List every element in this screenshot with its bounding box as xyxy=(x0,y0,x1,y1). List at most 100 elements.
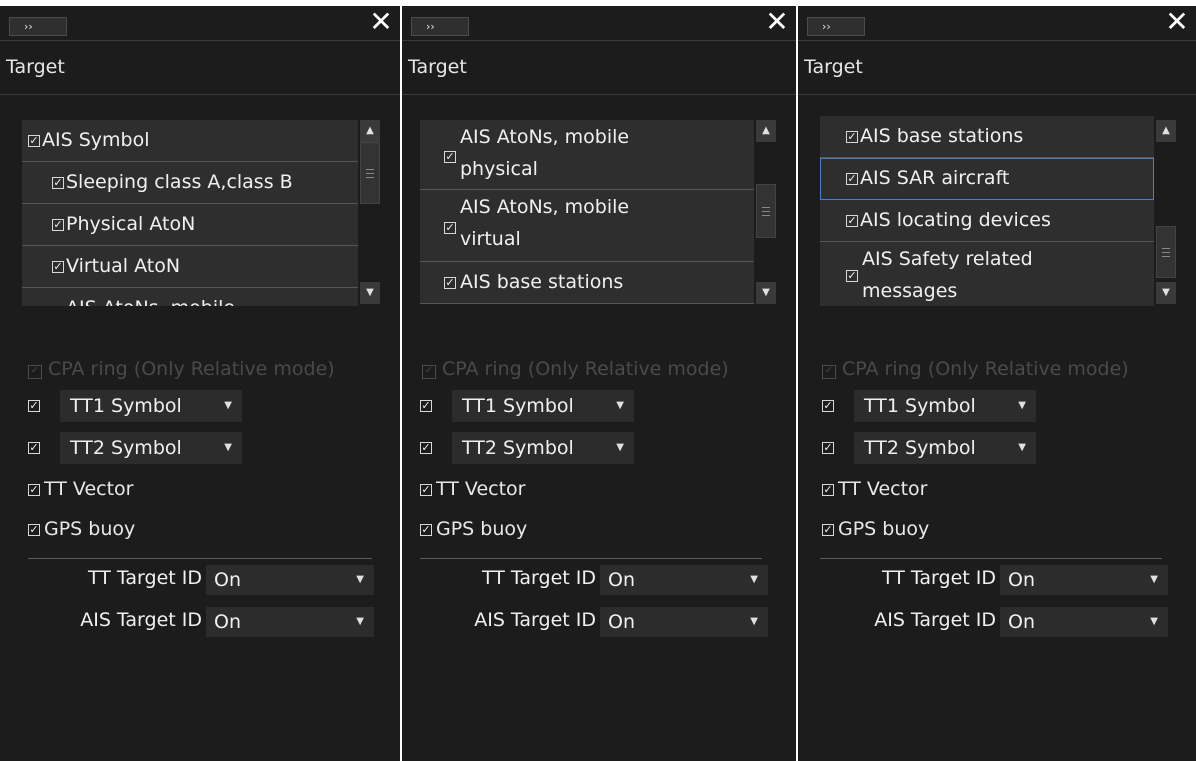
ais-target-id-row: AIS Target ID On ▼ xyxy=(822,607,1168,639)
checkbox[interactable]: ✓ xyxy=(52,219,64,231)
tt-target-id-dropdown[interactable]: On ▼ xyxy=(1000,565,1168,595)
dropdown-value: On xyxy=(214,569,241,591)
checkbox[interactable]: ✓ xyxy=(420,524,432,536)
tt-target-id-label: TT Target ID xyxy=(882,567,996,589)
close-icon: ✕ xyxy=(1165,5,1189,38)
gps-buoy-label: GPS buoy xyxy=(436,518,528,540)
list-scrollbar[interactable]: ▲ ▼ xyxy=(358,112,382,306)
close-button[interactable]: ✕ xyxy=(764,8,790,36)
cpa-ring-option: ✓ CPA ring (Only Relative mode) xyxy=(28,358,335,380)
checkbox[interactable]: ✓ xyxy=(846,215,858,227)
checkbox[interactable]: ✓ xyxy=(444,151,456,163)
list-item[interactable]: ✓ AIS base stations xyxy=(820,116,1154,158)
tt-target-id-dropdown[interactable]: On ▼ xyxy=(600,565,768,595)
gps-buoy-label: GPS buoy xyxy=(838,518,930,540)
list-item-label: AIS base stations xyxy=(860,125,1024,147)
list-item[interactable]: ✓ AIS locating devices xyxy=(820,200,1154,242)
list-item-label: Virtual AtoN xyxy=(66,255,181,277)
dropdown-value: TT2 Symbol xyxy=(462,437,574,459)
checkbox[interactable]: ✓ xyxy=(28,484,40,496)
tt1-symbol-dropdown[interactable]: TT1 Symbol ▼ xyxy=(854,390,1036,422)
tt2-symbol-dropdown[interactable]: TT2 Symbol ▼ xyxy=(854,432,1036,464)
expand-button[interactable]: ›› xyxy=(9,17,67,36)
expand-button[interactable]: ›› xyxy=(411,17,469,36)
dropdown-value: On xyxy=(1008,569,1035,591)
checkbox: ✓ xyxy=(28,365,42,379)
list-scrollbar[interactable]: ▲ ▼ xyxy=(754,112,778,306)
checkbox[interactable]: ✓ xyxy=(444,277,456,289)
list-item[interactable]: ✓ AIS Safety related messages xyxy=(820,242,1154,306)
checkbox[interactable]: ✓ xyxy=(420,484,432,496)
ais-symbol-list[interactable]: ✓ AIS Symbol ✓ Sleeping class A,class B … xyxy=(22,112,358,306)
list-item[interactable]: ✓ Sleeping class A,class B xyxy=(22,162,358,204)
ais-target-id-dropdown[interactable]: On ▼ xyxy=(206,607,374,637)
ais-symbol-list[interactable]: ✓ AIS base stations ✓ AIS SAR aircraft ✓… xyxy=(820,112,1154,306)
list-item-label: AIS base stations xyxy=(460,271,624,293)
close-button[interactable]: ✕ xyxy=(1164,8,1190,36)
panel-titlebar: ›› ✕ xyxy=(798,6,1196,41)
scroll-thumb[interactable] xyxy=(1156,226,1176,278)
checkbox[interactable]: ✓ xyxy=(846,131,858,143)
tt1-symbol-dropdown[interactable]: TT1 Symbol ▼ xyxy=(60,390,242,422)
checkbox[interactable]: ✓ xyxy=(822,524,834,536)
scroll-down-button[interactable]: ▼ xyxy=(360,282,380,304)
list-item[interactable]: AIS AtoNs, mobile xyxy=(22,288,358,306)
list-item[interactable]: ✓ AIS AtoNs, mobile physical xyxy=(420,120,754,190)
tt1-symbol-dropdown[interactable]: TT1 Symbol ▼ xyxy=(452,390,634,422)
checkbox[interactable]: ✓ xyxy=(52,177,64,189)
close-button[interactable]: ✕ xyxy=(368,8,394,36)
tt2-symbol-dropdown[interactable]: TT2 Symbol ▼ xyxy=(60,432,242,464)
scroll-up-button[interactable]: ▲ xyxy=(756,120,776,142)
scroll-thumb[interactable] xyxy=(360,142,380,204)
cpa-ring-label: CPA ring (Only Relative mode) xyxy=(48,358,335,380)
chevron-down-icon: ▼ xyxy=(750,574,758,585)
checkbox[interactable]: ✓ xyxy=(822,484,834,496)
checkbox[interactable]: ✓ xyxy=(444,222,456,234)
expand-button[interactable]: ›› xyxy=(807,17,865,36)
tt-target-id-label: TT Target ID xyxy=(88,567,202,589)
list-scrollbar[interactable]: ▲ ▼ xyxy=(1154,112,1178,306)
dropdown-value: TT2 Symbol xyxy=(70,437,182,459)
checkbox[interactable]: ✓ xyxy=(846,270,858,282)
scroll-up-button[interactable]: ▲ xyxy=(360,120,380,142)
dropdown-value: On xyxy=(608,569,635,591)
grip-icon xyxy=(366,169,374,178)
chevron-down-icon: ▼ xyxy=(224,400,232,411)
target-panel-2: ›› ✕ Target ✓ AIS AtoNs, mobile physical… xyxy=(402,6,796,761)
checkbox[interactable]: ✓ xyxy=(846,173,858,185)
tt1-checkbox[interactable]: ✓ xyxy=(420,400,432,412)
scroll-down-button[interactable]: ▼ xyxy=(756,282,776,304)
list-item-label-line2: physical xyxy=(460,158,538,180)
list-item[interactable]: ✓ AIS base stations xyxy=(420,262,754,304)
list-item[interactable]: ✓ AIS Symbol xyxy=(22,120,358,162)
scroll-up-button[interactable]: ▲ xyxy=(1156,120,1176,142)
list-item-selected[interactable]: ✓ AIS SAR aircraft xyxy=(820,158,1154,200)
checkbox[interactable]: ✓ xyxy=(52,261,64,273)
divider xyxy=(820,558,1162,559)
ais-target-id-label: AIS Target ID xyxy=(874,609,996,631)
list-item[interactable]: ✓ Virtual AtoN xyxy=(22,246,358,288)
tt2-checkbox[interactable]: ✓ xyxy=(822,442,834,454)
chevron-down-icon: ▼ xyxy=(1150,616,1158,627)
tt1-checkbox[interactable]: ✓ xyxy=(28,400,40,412)
tt-target-id-dropdown[interactable]: On ▼ xyxy=(206,565,374,595)
cpa-ring-option: ✓ CPA ring (Only Relative mode) xyxy=(822,358,1129,380)
chevron-down-icon: ▼ xyxy=(616,442,624,453)
checkbox[interactable]: ✓ xyxy=(28,135,40,147)
tt2-checkbox[interactable]: ✓ xyxy=(28,442,40,454)
list-item-label: Physical AtoN xyxy=(66,213,196,235)
target-panel-3: ›› ✕ Target ✓ AIS base stations ✓ AIS SA… xyxy=(798,6,1196,761)
tt2-symbol-dropdown[interactable]: TT2 Symbol ▼ xyxy=(452,432,634,464)
tt-vector-label: TT Vector xyxy=(44,478,134,500)
list-item[interactable]: ✓ Physical AtoN xyxy=(22,204,358,246)
tt1-checkbox[interactable]: ✓ xyxy=(822,400,834,412)
scroll-thumb[interactable] xyxy=(756,184,776,238)
ais-symbol-list[interactable]: ✓ AIS AtoNs, mobile physical ✓ AIS AtoNs… xyxy=(420,112,754,306)
checkbox[interactable]: ✓ xyxy=(28,524,40,536)
ais-target-id-dropdown[interactable]: On ▼ xyxy=(1000,607,1168,637)
ais-target-id-dropdown[interactable]: On ▼ xyxy=(600,607,768,637)
list-item[interactable]: ✓ AIS AtoNs, mobile virtual xyxy=(420,190,754,262)
tt-target-id-row: TT Target ID On ▼ xyxy=(822,565,1168,597)
scroll-down-button[interactable]: ▼ xyxy=(1156,282,1176,304)
tt2-checkbox[interactable]: ✓ xyxy=(420,442,432,454)
